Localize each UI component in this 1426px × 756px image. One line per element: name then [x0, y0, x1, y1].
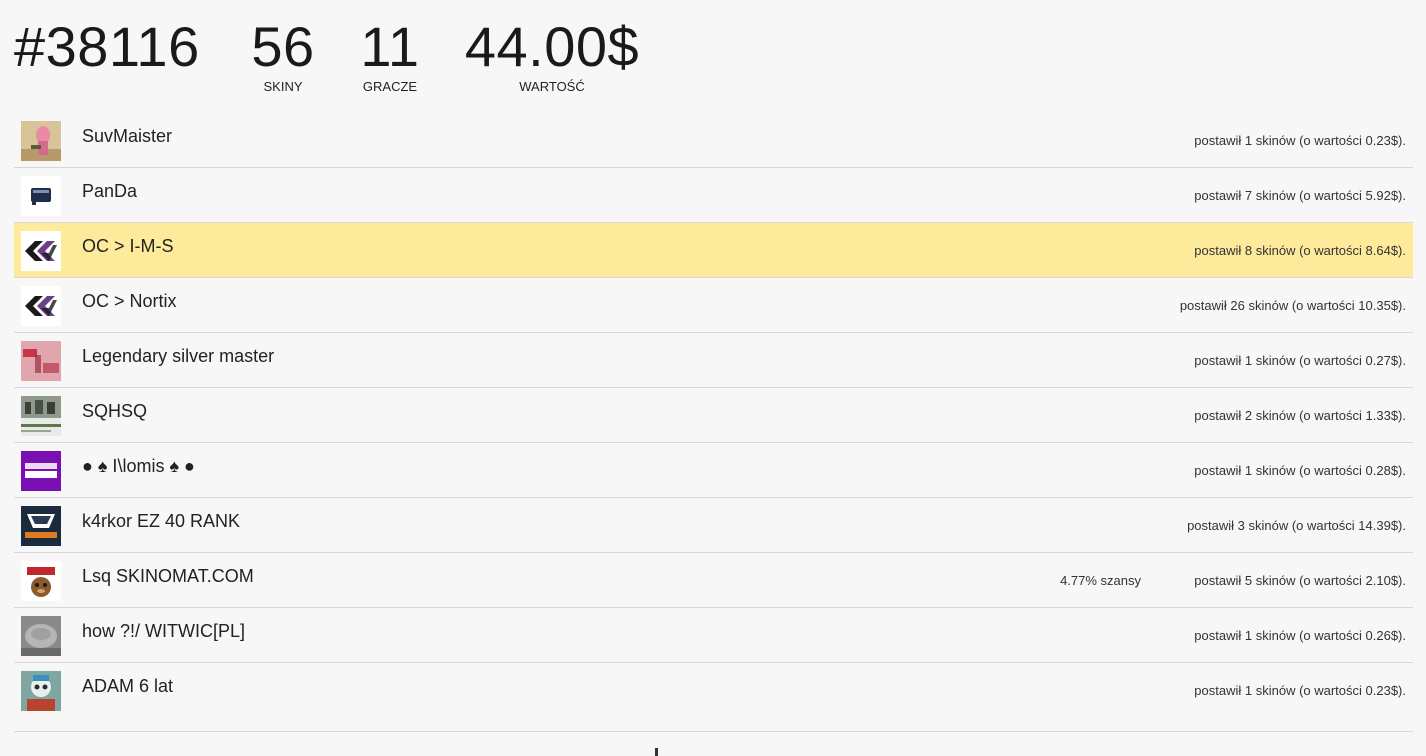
player-name[interactable]: PanDa [82, 181, 137, 202]
player-name[interactable]: ADAM 6 lat [82, 676, 173, 697]
player-row-highlighted[interactable]: OC > I-M-S postawił 8 skinów (o wartości… [14, 223, 1413, 278]
player-name[interactable]: Lsq SKINOMAT.COM [82, 566, 254, 587]
player-row[interactable]: SQHSQ postawił 2 skinów (o wartości 1.33… [14, 388, 1413, 443]
list-bottom-divider [14, 731, 1413, 732]
skins-label: SKINY [263, 79, 303, 94]
bet-info: postawił 1 skinów (o wartości 0.23$). [1194, 683, 1406, 698]
skins-stat: 56 SKINY [248, 14, 318, 95]
round-stats: #38116 56 SKINY 11 GRACZE 44.00$ WARTOŚĆ [14, 14, 714, 104]
partial-glyph [655, 748, 658, 756]
pink-character-avatar[interactable] [21, 121, 61, 161]
jackpot-round-page: #38116 56 SKINY 11 GRACZE 44.00$ WARTOŚĆ… [0, 0, 1426, 756]
round-number-stat: #38116 [14, 14, 200, 80]
skull-avatar[interactable] [21, 671, 61, 711]
players-label: GRACZE [362, 79, 418, 94]
player-name[interactable]: ● ♠ I\lomis ♠ ● [82, 456, 195, 477]
win-chance: 4.77% szansy [1060, 573, 1141, 588]
bet-info: postawił 3 skinów (o wartości 14.39$). [1187, 518, 1406, 533]
player-list: SuvMaister postawił 1 skinów (o wartości… [14, 113, 1413, 717]
bet-info: postawił 26 skinów (o wartości 10.35$). [1179, 298, 1406, 313]
bet-info: postawił 2 skinów (o wartości 1.33$). [1194, 408, 1406, 423]
player-row[interactable]: ADAM 6 lat postawił 1 skinów (o wartości… [14, 663, 1413, 717]
total-value-label: WARTOŚĆ [519, 79, 585, 94]
virtus-pro-avatar[interactable] [21, 506, 61, 546]
player-row[interactable]: PanDa postawił 7 skinów (o wartości 5.92… [14, 168, 1413, 223]
photo-avatar[interactable] [21, 396, 61, 436]
panda-logo-avatar[interactable] [21, 176, 61, 216]
player-row[interactable]: k4rkor EZ 40 RANK postawił 3 skinów (o w… [14, 498, 1413, 553]
player-name[interactable]: SuvMaister [82, 126, 172, 147]
player-row[interactable]: ● ♠ I\lomis ♠ ● postawił 1 skinów (o war… [14, 443, 1413, 498]
total-value-stat: 44.00$ WARTOŚĆ [464, 14, 640, 95]
total-value: 44.00$ [464, 15, 640, 78]
bet-info: postawił 1 skinów (o wartości 0.27$). [1194, 353, 1406, 368]
bet-info: postawił 1 skinów (o wartości 0.26$). [1194, 628, 1406, 643]
bet-info: postawił 7 skinów (o wartości 5.92$). [1194, 188, 1406, 203]
bet-info: postawił 1 skinów (o wartości 0.28$). [1194, 463, 1406, 478]
bet-info: postawił 5 skinów (o wartości 2.10$). [1194, 573, 1406, 588]
random-power-avatar[interactable] [21, 451, 61, 491]
player-name[interactable]: Legendary silver master [82, 346, 274, 367]
gamer-bear-avatar[interactable] [21, 561, 61, 601]
bet-info: postawił 8 skinów (o wartości 8.64$). [1194, 243, 1406, 258]
player-row[interactable]: OC > Nortix postawił 26 skinów (o wartoś… [14, 278, 1413, 333]
player-row[interactable]: SuvMaister postawił 1 skinów (o wartości… [14, 113, 1413, 168]
csgo-logo-avatar[interactable] [21, 341, 61, 381]
oc-logo-avatar[interactable] [21, 286, 61, 326]
round-number: #38116 [14, 15, 200, 78]
player-row[interactable]: how ?!/ WITWIC[PL] postawił 1 skinów (o … [14, 608, 1413, 663]
player-name[interactable]: OC > Nortix [82, 291, 177, 312]
skins-count: 56 [251, 15, 315, 78]
players-stat: 11 GRACZE [354, 14, 426, 95]
player-row[interactable]: Legendary silver master postawił 1 skinó… [14, 333, 1413, 388]
player-name[interactable]: OC > I-M-S [82, 236, 174, 257]
grayscale-photo-avatar[interactable] [21, 616, 61, 656]
players-count: 11 [360, 15, 420, 78]
player-name[interactable]: how ?!/ WITWIC[PL] [82, 621, 245, 642]
player-name[interactable]: k4rkor EZ 40 RANK [82, 511, 240, 532]
bet-info: postawił 1 skinów (o wartości 0.23$). [1194, 133, 1406, 148]
clipped-heading [14, 0, 314, 2]
player-row[interactable]: Lsq SKINOMAT.COM 4.77% szansy postawił 5… [14, 553, 1413, 608]
player-name[interactable]: SQHSQ [82, 401, 147, 422]
oc-logo-avatar[interactable] [21, 231, 61, 271]
